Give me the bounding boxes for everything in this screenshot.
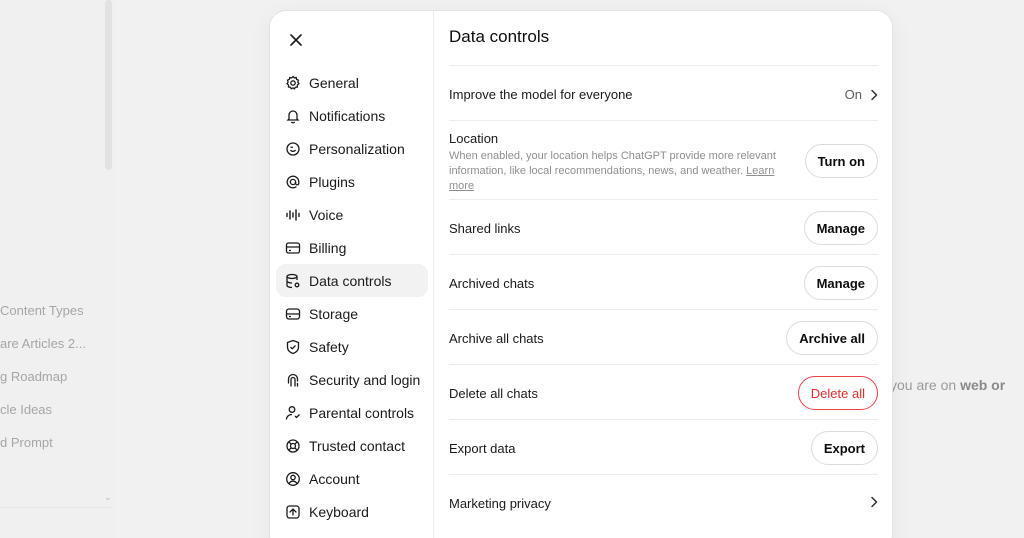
nav-item-security-and-login[interactable]: Security and login [276,363,428,396]
nav-item-label: Parental controls [309,404,415,421]
divider [449,254,878,255]
keyboard-icon [285,504,301,520]
background-chat-item: cle Ideas [0,402,53,417]
storage-drive-icon [285,306,301,322]
at-sign-icon [285,174,301,190]
credit-card-icon [285,240,301,256]
shared-links-label: Shared links [449,221,521,236]
nav-item-data-controls[interactable]: Data controls [276,264,428,297]
shield-icon [285,339,301,355]
nav-item-label: Voice [309,206,344,223]
nav-item-parental-controls[interactable]: Parental controls [276,396,428,429]
marketing-privacy-open[interactable] [870,496,878,508]
database-gear-icon [285,273,301,289]
improve-model-label: Improve the model for everyone [449,87,633,102]
nav-item-label: Notifications [309,107,386,124]
bell-icon [285,108,301,124]
shared-links-manage-button[interactable]: Manage [803,211,878,245]
nav-item-label: Account [309,470,360,487]
archive-all-button[interactable]: Archive all [786,321,878,355]
nav-item-label: Personalization [309,140,405,157]
improve-model-toggle[interactable]: On [845,87,878,102]
page-title: Data controls [449,27,550,46]
export-button[interactable]: Export [810,431,878,465]
divider [449,419,878,420]
divider [449,199,878,200]
divider [449,474,878,475]
divider [449,364,878,365]
nav-item-billing[interactable]: Billing [276,231,428,264]
chevron-down-icon: ⌄ [104,492,112,502]
delete-all-button[interactable]: Delete all [797,376,878,410]
export-data-label: Export data [449,441,516,456]
fingerprint-icon [285,372,301,388]
location-description: When enabled, your location helps ChatGP… [449,150,776,192]
marketing-privacy-label: Marketing privacy [449,496,551,511]
archive-all-label: Archive all chats [449,331,544,346]
nav-item-notifications[interactable]: Notifications [276,99,428,132]
nav-item-general[interactable]: General [276,66,428,99]
divider [449,309,878,310]
settings-nav-list: General Notifications Personalization Pl… [276,66,428,528]
background-scrollbar [105,0,112,170]
archived-chats-label: Archived chats [449,276,535,291]
background-chat-item: Content Types [0,303,84,318]
nav-item-label: Billing [309,239,347,256]
nav-item-label: Plugins [309,173,355,190]
location-turn-on-button[interactable]: Turn on [804,144,878,178]
background-sidebar [0,0,115,538]
nav-item-label: General [309,74,359,91]
background-chat-item: d Prompt [0,435,53,450]
nav-item-label: Security and login [309,371,421,388]
account-circle-icon [285,471,301,487]
nav-item-trusted-contact[interactable]: Trusted contact [276,429,428,462]
lifebuoy-icon [285,438,301,454]
improve-model-value: On [844,87,862,102]
nav-item-label: Data controls [309,272,392,289]
nav-item-account[interactable]: Account [276,462,428,495]
delete-all-label: Delete all chats [449,386,538,401]
divider [449,120,878,121]
voice-wave-icon [285,207,301,223]
chevron-right-icon [871,89,878,100]
nav-item-label: Safety [309,338,349,355]
background-chat-item: g Roadmap [0,369,68,384]
nav-item-label: Keyboard [309,503,369,520]
nav-item-label: Storage [309,305,359,322]
settings-nav: General Notifications Personalization Pl… [270,11,434,538]
background-chat-item: are Articles 2... [0,336,86,351]
nav-item-personalization[interactable]: Personalization [276,132,428,165]
nav-item-keyboard[interactable]: Keyboard [276,495,428,528]
nav-item-label: Trusted contact [309,437,405,454]
settings-modal: General Notifications Personalization Pl… [270,11,892,538]
chevron-right-icon [871,496,878,508]
close-icon [290,34,302,46]
nav-item-voice[interactable]: Voice [276,198,428,231]
background-divider [0,507,112,508]
divider [449,65,878,66]
nav-item-safety[interactable]: Safety [276,330,428,363]
archived-chats-manage-button[interactable]: Manage [803,266,878,300]
close-button[interactable] [284,28,308,52]
background-main-text: you are on web or [890,377,1006,393]
location-label: Location [449,131,499,146]
gear-icon [285,75,301,91]
nav-item-plugins[interactable]: Plugins [276,165,428,198]
nav-item-storage[interactable]: Storage [276,297,428,330]
parental-person-icon [285,405,301,421]
personalization-icon [285,141,301,157]
